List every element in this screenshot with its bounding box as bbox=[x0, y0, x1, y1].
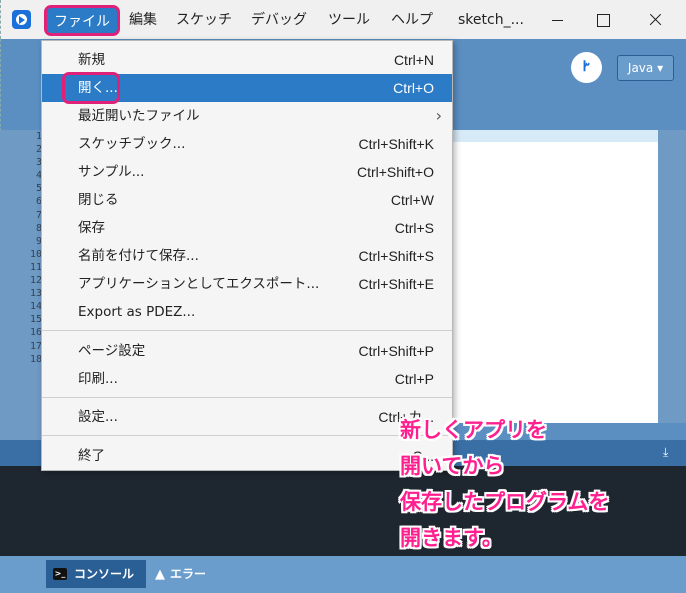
menu-item-shortcut: Ctrl+N bbox=[393, 52, 434, 68]
line-number: 9 bbox=[35, 235, 42, 247]
line-number: 16 bbox=[29, 327, 42, 339]
menu-item-label: 名前を付けて保存... bbox=[78, 248, 199, 264]
annotation-line-4: 開きます。 bbox=[400, 526, 503, 550]
menu-file[interactable]: ファイル bbox=[44, 5, 120, 36]
menu-item-examples[interactable]: サンプル... Ctrl+Shift+O bbox=[42, 158, 452, 186]
warning-icon: ▲ bbox=[155, 567, 165, 582]
line-number: 3 bbox=[35, 157, 42, 169]
tab-errors[interactable]: ▲ エラー bbox=[155, 560, 206, 588]
menu-item-shortcut: Ctrl+S bbox=[394, 220, 434, 236]
menu-separator bbox=[42, 435, 452, 436]
menu-edit[interactable]: 編集 bbox=[129, 10, 157, 30]
menu-bar: ファイル 編集 スケッチ デバッグ ツール ヘルプ sketch_... bbox=[0, 0, 686, 39]
tab-errors-label: エラー bbox=[170, 567, 207, 581]
line-number: 8 bbox=[35, 222, 42, 234]
menu-item-label: 終了 bbox=[78, 448, 105, 464]
annotation-line-2: 開いてから bbox=[400, 454, 505, 478]
line-number: 17 bbox=[29, 340, 42, 352]
line-number: 11 bbox=[29, 261, 42, 273]
line-number: 15 bbox=[29, 314, 42, 326]
line-numbers: 1 2 3 4 5 6 7 8 9 10 11 12 13 14 15 16 17 18 bbox=[28, 130, 42, 366]
menu-item-label: 印刷... bbox=[78, 371, 118, 387]
collapse-console-icon[interactable]: ⤓ bbox=[663, 445, 668, 460]
file-menu-dropdown: 新規 Ctrl+N 開く... Ctrl+O 最近開いたファイル › スケッチブ… bbox=[41, 40, 453, 471]
menu-item-save-as[interactable]: 名前を付けて保存... Ctrl+Shift+S bbox=[42, 242, 452, 270]
menu-item-shortcut: Ctrl+P bbox=[394, 371, 434, 387]
menu-item-label: アプリケーションとしてエクスポート... bbox=[78, 276, 320, 292]
line-number: 12 bbox=[29, 275, 42, 287]
line-number: 14 bbox=[29, 301, 42, 313]
tab-console-label: コンソール bbox=[74, 567, 135, 581]
menu-sketch[interactable]: スケッチ bbox=[176, 10, 232, 30]
menu-item-page-setup[interactable]: ページ設定 Ctrl+Shift+P bbox=[42, 337, 452, 365]
minimize-icon[interactable] bbox=[543, 6, 573, 34]
open-item-highlight-ring bbox=[62, 72, 120, 104]
line-number: 5 bbox=[35, 183, 42, 195]
menu-item-quit[interactable]: 終了 C... bbox=[42, 442, 452, 470]
editor-scrollbar[interactable] bbox=[658, 130, 686, 423]
maximize-icon[interactable] bbox=[588, 6, 618, 34]
debugger-icon[interactable]: Ꭸ bbox=[571, 52, 602, 83]
menu-item-label: スケッチブック... bbox=[78, 136, 186, 152]
menu-tools[interactable]: ツール bbox=[328, 10, 370, 30]
line-number: 10 bbox=[29, 248, 42, 260]
menu-item-shortcut: Ctrl+Shift+S bbox=[358, 248, 434, 264]
menu-item-export-pdez[interactable]: Export as PDEZ... bbox=[42, 298, 452, 326]
line-number: 1 bbox=[35, 131, 42, 142]
console-tab-bar: >_ コンソール ▲ エラー bbox=[0, 556, 686, 593]
line-number: 13 bbox=[29, 288, 42, 300]
menu-help[interactable]: ヘルプ bbox=[391, 10, 433, 30]
menu-item-shortcut: Ctrl+O bbox=[393, 80, 434, 96]
menu-item-sketchbook[interactable]: スケッチブック... Ctrl+Shift+K bbox=[42, 130, 452, 158]
menu-item-shortcut: Ctrl+W bbox=[390, 192, 434, 208]
line-number: 7 bbox=[35, 209, 42, 221]
menu-item-export-application[interactable]: アプリケーションとしてエクスポート... Ctrl+Shift+E bbox=[42, 270, 452, 298]
close-icon[interactable] bbox=[641, 6, 671, 34]
menu-item-label: ページ設定 bbox=[78, 343, 146, 359]
console-icon: >_ bbox=[53, 568, 67, 580]
menu-item-shortcut: Ctrl+Shift+K bbox=[358, 136, 434, 152]
menu-item-recent[interactable]: 最近開いたファイル › bbox=[42, 102, 452, 130]
menu-item-shortcut: Ctrl+Shift+P bbox=[358, 343, 434, 359]
line-number: 2 bbox=[35, 144, 42, 156]
line-number: 6 bbox=[35, 196, 42, 208]
menu-debug[interactable]: デバッグ bbox=[251, 10, 307, 30]
menu-item-save[interactable]: 保存 Ctrl+S bbox=[42, 214, 452, 242]
menu-item-close[interactable]: 閉じる Ctrl+W bbox=[42, 186, 452, 214]
menu-item-label: 保存 bbox=[78, 220, 105, 236]
window-title-sketch-name: sketch_... bbox=[458, 12, 524, 28]
line-number: 4 bbox=[35, 170, 42, 182]
menu-item-shortcut: Ctrl+Shift+O bbox=[356, 164, 434, 180]
menu-item-label: Export as PDEZ... bbox=[78, 304, 196, 320]
menu-item-shortcut: Ctrl+Shift+E bbox=[358, 276, 434, 292]
code-editor[interactable] bbox=[453, 130, 658, 423]
menu-item-label: 設定... bbox=[78, 409, 118, 425]
menu-item-new[interactable]: 新規 Ctrl+N bbox=[42, 46, 452, 74]
menu-item-label: 閉じる bbox=[78, 192, 119, 208]
processing-app-icon bbox=[12, 10, 31, 29]
mode-selector[interactable]: Java ▾ bbox=[617, 55, 674, 81]
menu-separator bbox=[42, 397, 452, 398]
tab-console[interactable]: >_ コンソール bbox=[46, 560, 146, 588]
annotation-line-3: 保存したプログラムを bbox=[400, 490, 610, 514]
menu-item-label: 最近開いたファイル bbox=[78, 108, 200, 124]
menu-item-label: サンプル... bbox=[78, 164, 145, 180]
chevron-right-icon: › bbox=[435, 106, 442, 125]
menu-item-print[interactable]: 印刷... Ctrl+P bbox=[42, 365, 452, 393]
menu-item-preferences[interactable]: 設定... Ctrl+カ... bbox=[42, 403, 452, 431]
line-number: 18 bbox=[29, 353, 42, 365]
annotation-line-1: 新しくアプリを bbox=[400, 418, 547, 442]
menu-separator bbox=[42, 330, 452, 331]
menu-item-label: 新規 bbox=[78, 52, 105, 68]
